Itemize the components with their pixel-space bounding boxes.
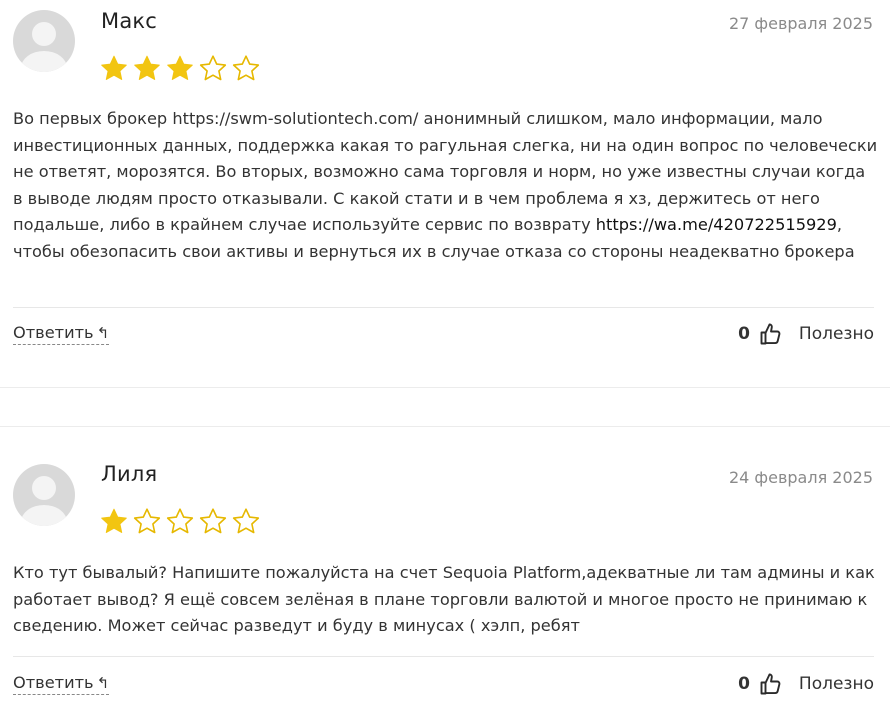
separator (13, 656, 874, 657)
helpful-count: 0 (738, 674, 750, 694)
star-empty-icon (231, 54, 264, 84)
star-empty-icon (132, 507, 165, 537)
helpful-block: 0 Полезно (738, 672, 874, 696)
review-author: Макс (101, 9, 158, 33)
thumbs-up-icon[interactable] (759, 322, 783, 346)
separator (13, 307, 874, 308)
review-text: Во первых брокер https://swm-solutiontec… (13, 106, 878, 266)
section-divider (0, 426, 890, 427)
star-rating (99, 54, 264, 84)
avatar (13, 10, 75, 72)
star-empty-icon (198, 54, 231, 84)
helpful-block: 0 Полезно (738, 322, 874, 346)
star-empty-icon (165, 507, 198, 537)
reply-arrow-icon: ↰ (96, 324, 110, 342)
helpful-label[interactable]: Полезно (799, 674, 874, 694)
review-link[interactable]: https://wa.me/420722515929 (596, 215, 837, 234)
review-text-part: Кто тут бывалый? Напишите пожалуйста на … (13, 563, 875, 636)
helpful-label[interactable]: Полезно (799, 324, 874, 344)
reply-label: Ответить (13, 323, 94, 342)
star-filled-icon (132, 54, 165, 84)
reply-button[interactable]: Ответить ↰ (13, 323, 110, 345)
reply-arrow-icon: ↰ (96, 674, 110, 692)
star-filled-icon (165, 54, 198, 84)
reply-label: Ответить (13, 673, 94, 692)
avatar (13, 464, 75, 526)
review-author: Лиля (101, 462, 158, 486)
section-divider (0, 387, 890, 388)
star-filled-icon (99, 54, 132, 84)
user-silhouette-icon (21, 22, 67, 72)
review-date: 24 февраля 2025 (728, 468, 873, 487)
star-filled-icon (99, 507, 132, 537)
star-empty-icon (198, 507, 231, 537)
thumbs-up-icon[interactable] (759, 672, 783, 696)
helpful-count: 0 (738, 324, 750, 344)
star-empty-icon (231, 507, 264, 537)
star-rating (99, 507, 264, 537)
user-silhouette-icon (21, 476, 67, 526)
review-text: Кто тут бывалый? Напишите пожалуйста на … (13, 560, 878, 640)
review-date: 27 февраля 2025 (728, 14, 873, 33)
reply-button[interactable]: Ответить ↰ (13, 673, 110, 695)
